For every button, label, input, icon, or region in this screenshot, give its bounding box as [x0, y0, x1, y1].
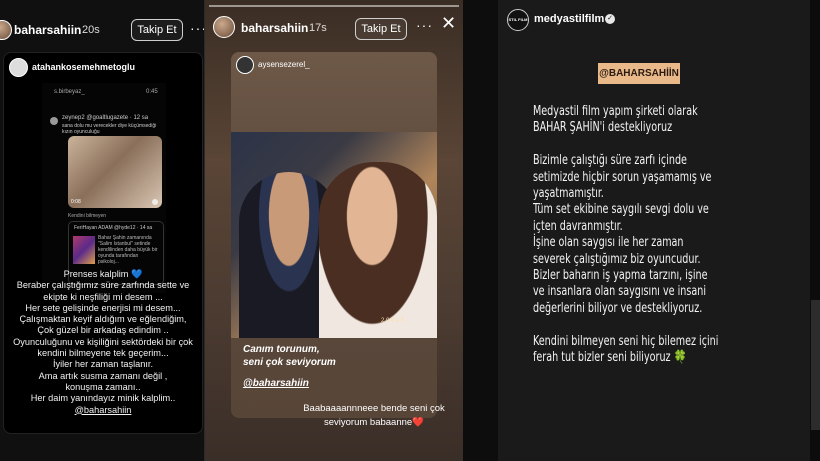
brand-logo[interactable]: STIL FILM: [507, 9, 529, 31]
comment-text: sana dolu mu verecekler diye küçümsediği…: [62, 123, 157, 135]
statement-text: Medyastil film yapım şirketi olarak BAHAR…: [533, 104, 756, 366]
message-line: Çalışmaktan keyif aldığım ve eğlendiğim,: [19, 314, 187, 325]
more-options-icon[interactable]: ···: [416, 17, 433, 33]
statement-line: BAHAR ŞAHİN'i destekliyoruz: [533, 120, 673, 136]
avatar[interactable]: [0, 20, 12, 40]
follow-button[interactable]: Takip Et: [131, 19, 183, 41]
granddaughter-figure: [319, 162, 437, 338]
quoted-text: Bahar Şahin zamanında "Salim Istanbul" s…: [98, 235, 158, 265]
caption-line-2: seni çok seviyorum: [243, 357, 336, 368]
next-story-edge[interactable]: [810, 0, 820, 461]
photo-timestamp: 2 0 4 1 5: [381, 318, 405, 324]
statement-line: içten davranmıştır.: [533, 218, 623, 234]
repost-avatar[interactable]: [236, 56, 254, 74]
caption-line-1: Canım torunum,: [243, 344, 320, 355]
message-line: Oyunculuğunu ve kişiliğini sektördeki bi…: [13, 336, 193, 347]
close-icon[interactable]: ✕: [441, 14, 456, 32]
statement-line: Bizimle çalıştığı süre zarfı içinde: [533, 153, 687, 169]
statement-line: Bizler baharın iş yapma tarzını, işine: [533, 268, 708, 284]
story-photo: 2 0 4 1 5: [231, 132, 437, 338]
statement-line: Kendini bilmeyen seni hiç bilemez içini: [533, 333, 719, 349]
statement-line: İşine olan saygısı ile her zaman: [533, 235, 684, 251]
story-username[interactable]: medyastilfilm: [534, 13, 604, 25]
story-message: Prenses kalplim 💙 Beraber çalıştığımız sü…: [4, 269, 202, 416]
avatar[interactable]: [213, 16, 235, 38]
message-line: Çok güzel bir arkadaş edindim ..: [37, 325, 169, 336]
embedded-screenshot: s.birbeyaz_ 0:45 zeynep2 @goaltlugazete …: [42, 83, 166, 293]
mute-icon[interactable]: [152, 199, 158, 205]
message-line: Beraber çalıştığımız süre zarfında sette…: [16, 280, 190, 291]
quoted-user: FeriHayan ADAM @hyde12 · 14 sa: [74, 225, 153, 231]
phone-status-left: s.birbeyaz_: [54, 89, 85, 95]
reply-line-2: seviyorum babaanne❤️: [323, 417, 425, 428]
statement-line: yaşatmamıştır.: [533, 186, 604, 202]
message-line: konuşma zamanı..: [65, 381, 141, 392]
caption-mention[interactable]: @baharsahiin: [243, 378, 309, 389]
message-line: Prenses kalplim 💙: [63, 269, 143, 279]
message-line: Ama artık susma zamanı değil ,: [38, 370, 168, 381]
message-mention[interactable]: @baharsahiin: [4, 405, 202, 416]
statement-line: Tüm set ekibine saygılı sevgi dolu ve: [533, 202, 709, 218]
more-options-icon[interactable]: ···: [190, 20, 205, 36]
follow-button[interactable]: Takip Et: [355, 18, 407, 40]
message-line: İyiler her zaman taşlanır.: [52, 359, 154, 370]
statement-line: değerlerini biliyor ve destekliyoruz.: [533, 300, 703, 316]
phone-status-right: 0:45: [146, 89, 158, 95]
repost-card: atahankosemehmetoglu s.birbeyaz_ 0:45 ze…: [3, 52, 203, 434]
repost-card: aysensezerel_ 2 0 4 1 5 Canım torunum, s…: [231, 52, 437, 418]
next-story-preview: [811, 300, 820, 430]
statement-line: [533, 137, 756, 153]
message-line: Her sete gelişinde enerjisi mi desem...: [25, 302, 181, 313]
story-time: 20s: [82, 24, 100, 36]
video-time: 0:08: [71, 199, 81, 205]
story-panel-3: STIL FILM medyastilfilm ✓ @BAHARSAHİİN M…: [498, 0, 810, 461]
divider: [463, 0, 498, 461]
repost-username[interactable]: atahankosemehmetoglu: [32, 62, 135, 72]
video-thumbnail[interactable]: 0:08: [68, 136, 162, 208]
reply-line-1: Baabaaaannneee bende seni çok: [303, 403, 445, 414]
statement-line: Medyastil film yapım şirketi olarak: [533, 104, 698, 119]
comment-user: zeynep2 @goaltlugazete · 12 sa: [62, 115, 149, 121]
story-username[interactable]: baharsahiin: [241, 21, 308, 35]
story-time: 17s: [309, 22, 327, 34]
progress-bar: [209, 5, 459, 7]
caption-small: Kendini bilmeyen: [68, 213, 107, 219]
verified-icon: ✓: [605, 14, 615, 24]
mention-tag[interactable]: @BAHARSAHİİN: [598, 63, 680, 84]
statement-line: ferah tut bizler seni biliyoruz 🍀: [533, 350, 687, 366]
repost-username[interactable]: aysensezerel_: [258, 60, 310, 69]
quoted-image: [73, 236, 95, 264]
story-username[interactable]: baharsahiin: [14, 23, 81, 37]
statement-line: setimizde hiçbir sorun yaşamamış ve: [533, 169, 712, 185]
story-panel-2: baharsahiin 17s Takip Et ··· ✕ aysenseze…: [205, 0, 463, 461]
statement-line: ve insanlara olan saygısını ve insani: [533, 284, 706, 300]
message-line: kendini bilmeyene tek geçerim...: [37, 348, 169, 359]
statement-line: severek çalıştığımız biz oyuncudur.: [533, 251, 701, 267]
repost-avatar[interactable]: [9, 58, 28, 77]
message-line: Her daim yanındayız minik kalplim..: [30, 393, 176, 404]
story-panel-1: baharsahiin 20s Takip Et ··· atahankosem…: [0, 0, 205, 461]
comment-avatar: [50, 117, 58, 125]
message-line: ekipte ki neşfiliği mi desem ...: [43, 291, 163, 302]
statement-line: [533, 317, 756, 333]
